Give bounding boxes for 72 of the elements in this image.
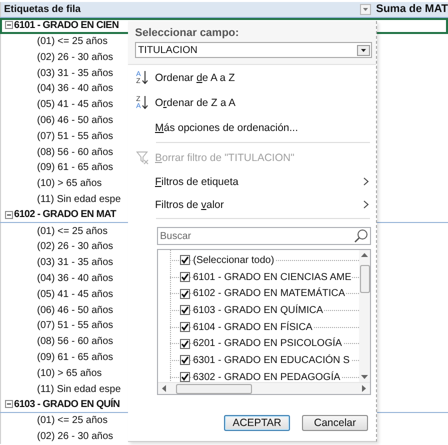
checkbox-label: 6201 - GRADO EN PSICOLOGÍA — [193, 338, 343, 350]
checkbox[interactable] — [180, 288, 190, 299]
row-label: (02) 26 - 30 años — [36, 241, 114, 252]
row-label: (11) Sin edad espe — [36, 384, 121, 395]
field-label: Seleccionar campo: — [135, 27, 240, 39]
row-label: (02) 26 - 30 años — [36, 52, 114, 63]
collapse-icon[interactable] — [5, 21, 13, 30]
scrollbar-thumb[interactable] — [176, 384, 252, 394]
field-dropdown[interactable]: TITULACION — [135, 42, 372, 58]
row-label: (09) 61 - 65 años — [36, 352, 114, 363]
row-label: (05) 41 - 45 años — [36, 99, 114, 110]
vertical-scrollbar[interactable] — [359, 250, 370, 382]
checkbox[interactable] — [180, 305, 190, 316]
row-label: (07) 51 - 55 años — [36, 320, 114, 332]
checkbox-label: 6104 - GRADO EN FÍSICA — [193, 322, 314, 333]
scroll-right-icon[interactable] — [362, 385, 366, 392]
row-label: (08) 56 - 60 años — [36, 146, 114, 158]
checkbox-label: 6302 - GRADO EN PEDAGOGÍA — [193, 372, 342, 382]
clear-filter-icon — [136, 150, 148, 164]
caret-icon — [357, 44, 370, 56]
row-label: (04) 36 - 40 años — [36, 83, 114, 94]
row-label: (04) 36 - 40 años — [36, 272, 114, 284]
scroll-up-icon[interactable] — [361, 253, 368, 257]
checkbox-label: 6301 - GRADO EN EDUCACIÓN S — [193, 354, 351, 366]
chevron-right-icon — [363, 200, 369, 209]
checkbox[interactable] — [180, 372, 190, 382]
row-label: (01) <= 25 años — [36, 36, 108, 47]
checkbox-label: 6101 - GRADO EN CIENCIAS AME — [193, 272, 352, 283]
chevron-right-icon — [363, 177, 369, 186]
row-label: (11) Sin edad espe — [36, 194, 121, 205]
row-label: (06) 46 - 50 años — [36, 304, 114, 316]
group-label: 6102 - GRADO EN MAT — [14, 209, 116, 220]
checkbox[interactable] — [180, 272, 190, 282]
scroll-down-icon[interactable] — [361, 375, 368, 379]
horizontal-scrollbar[interactable] — [158, 382, 370, 394]
checkbox[interactable] — [180, 322, 190, 332]
scrollbar-thumb[interactable] — [360, 265, 370, 293]
dropdown-button[interactable] — [360, 4, 371, 15]
row-label: (05) 41 - 45 años — [36, 288, 114, 300]
row-label: (01) <= 25 años — [36, 226, 108, 237]
row-label: (07) 51 - 55 años — [36, 130, 114, 142]
row-label: (03) 31 - 35 años — [36, 257, 114, 268]
checkbox-label: (Seleccionar todo) — [193, 254, 276, 266]
group-label: 6103 - GRADO EN QUÍN — [14, 398, 120, 410]
group-label: 6101 - GRADO EN CIEN — [14, 20, 119, 31]
row-label: (09) 61 - 65 años — [36, 162, 114, 174]
checkbox[interactable] — [180, 338, 190, 349]
ok-button[interactable]: ACEPTAR — [224, 415, 290, 431]
checkbox[interactable] — [180, 355, 190, 366]
menu-item[interactable]: Filtros de etiqueta — [128, 170, 376, 193]
scroll-left-icon[interactable] — [162, 385, 166, 392]
search-field[interactable]: Buscar — [157, 227, 371, 245]
menu-item[interactable]: Filtros de valor — [128, 193, 376, 216]
row-label: (08) 56 - 60 años — [36, 336, 114, 348]
search-icon — [354, 229, 368, 243]
row-label: (02) 26 - 30 años — [36, 430, 114, 442]
row-label: (01) <= 25 años — [36, 415, 108, 426]
collapse-icon[interactable] — [5, 210, 13, 219]
checkbox-label: 6103 - GRADO EN QUÍMICA — [193, 304, 324, 316]
checkbox-label: 6102 - GRADO EN MATEMÁTICA — [193, 288, 346, 300]
row-label: (10) > 65 años — [36, 178, 102, 190]
collapse-icon[interactable] — [5, 400, 13, 408]
arrow-down-icon — [142, 71, 148, 84]
row-label: (03) 31 - 35 años — [36, 68, 114, 79]
arrow-down-icon — [142, 96, 148, 109]
cancel-button[interactable]: Cancelar — [302, 415, 368, 431]
checkbox[interactable] — [180, 255, 190, 266]
column-header: Suma de MAT — [376, 3, 448, 16]
column-header: Etiquetas de fila — [3, 4, 81, 15]
row-label: (06) 46 - 50 años — [36, 114, 114, 126]
row-label: (10) > 65 años — [36, 368, 102, 379]
menu-item[interactable]: Más opciones de ordenación... — [128, 115, 376, 140]
